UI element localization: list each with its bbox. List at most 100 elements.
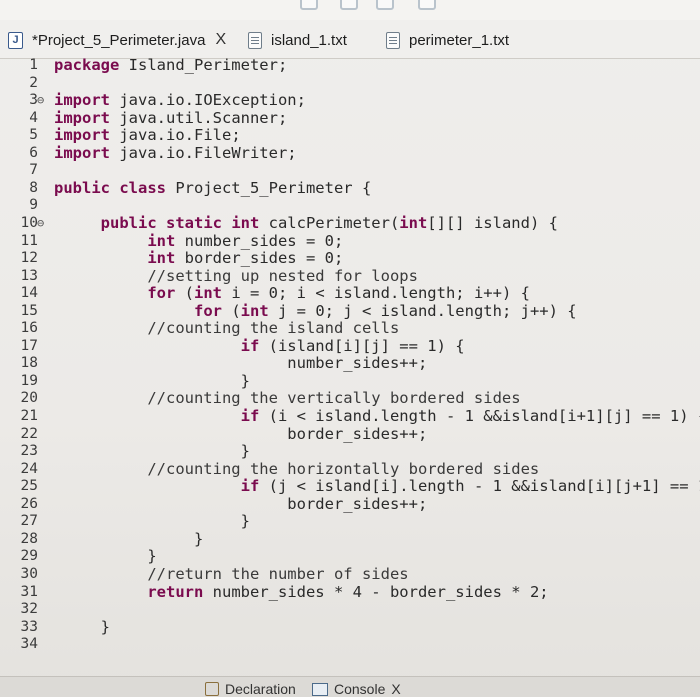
code-line[interactable]: 20 //counting the vertically bordered si…	[0, 389, 700, 407]
code-token: i = 0; i < island.length; i++) {	[222, 284, 530, 303]
close-icon[interactable]: X	[215, 31, 226, 49]
code-line[interactable]: 24 //counting the horizontally bordered …	[0, 460, 700, 478]
keyword-token: int	[240, 301, 269, 320]
code-line[interactable]: 34	[0, 635, 700, 653]
code-editor[interactable]: 1 package Island_Perimeter; 2 3 ⊖ import java…	[0, 48, 700, 652]
line-number: 13	[20, 267, 38, 284]
text-file-icon	[248, 31, 262, 49]
code-token: java.util.Scanner;	[110, 108, 288, 127]
code-line[interactable]: 6 import java.io.FileWriter;	[0, 144, 700, 162]
keyword-token: public class	[54, 178, 166, 197]
code-line[interactable]: 14 for (int i = 0; i < island.length; i+…	[0, 284, 700, 302]
code-line[interactable]: 21 if (i < island.length - 1 &&island[i+…	[0, 407, 700, 425]
code-line[interactable]: 31 return number_sides * 4 - border_side…	[0, 583, 700, 601]
toolbar-icon[interactable]	[300, 0, 318, 10]
code-line[interactable]: 12 int border_sides = 0;	[0, 249, 700, 267]
code-line[interactable]: 15 for (int j = 0; j < island.length; j+…	[0, 302, 700, 320]
code-line[interactable]: 25 if (j < island[i].length - 1 &&island…	[0, 477, 700, 495]
toolbar-icon[interactable]	[418, 0, 436, 10]
line-number: 23	[20, 443, 38, 460]
keyword-token: import	[54, 143, 110, 162]
code-token: number_sides++;	[54, 354, 428, 373]
code-line[interactable]: 7	[0, 161, 700, 179]
close-icon[interactable]: X	[391, 681, 400, 697]
code-token: }	[54, 617, 110, 636]
code-line[interactable]: 1 package Island_Perimeter;	[0, 56, 700, 74]
line-number: 28	[20, 530, 38, 547]
line-number: 10	[20, 214, 38, 231]
code-line[interactable]: 22 border_sides++;	[0, 425, 700, 443]
code-line[interactable]: 11 int number_sides = 0;	[0, 232, 700, 250]
code-line[interactable]: 30 //return the number of sides	[0, 565, 700, 583]
line-number: 26	[20, 495, 38, 512]
code-token: }	[54, 529, 204, 548]
code-text: //counting the vertically bordered sides	[54, 389, 520, 407]
code-text: //return the number of sides	[54, 564, 409, 583]
line-number: 34	[20, 636, 38, 653]
code-token: (	[221, 301, 241, 320]
toolbar-icon[interactable]	[376, 0, 394, 10]
code-line[interactable]: 17 if (island[i][j] == 1) {	[0, 337, 700, 355]
text-file-icon	[386, 31, 400, 49]
code-token: [][] island) {	[427, 213, 558, 232]
line-number: 15	[20, 302, 38, 319]
tab-console[interactable]: Console X	[312, 681, 401, 697]
code-line[interactable]: 2	[0, 74, 700, 92]
code-line[interactable]: 5 import java.io.File;	[0, 126, 700, 144]
code-line[interactable]: 16 //counting the island cells	[0, 319, 700, 337]
comment-token: //counting the island cells	[54, 319, 400, 338]
code-text: if (island[i][j] == 1) {	[54, 337, 465, 355]
keyword-token: import	[54, 91, 110, 110]
code-line[interactable]: 29 }	[0, 547, 700, 565]
toolbar-icon[interactable]	[340, 0, 358, 10]
fold-collapse-icon[interactable]: ⊖	[37, 91, 44, 109]
code-line[interactable]: 23 }	[0, 442, 700, 460]
code-line[interactable]: 28 }	[0, 530, 700, 548]
code-text: }	[54, 547, 157, 566]
code-token: (island[i][j] == 1) {	[259, 336, 465, 355]
code-line[interactable]: 18 number_sides++;	[0, 354, 700, 372]
code-token: j = 0; j < island.length; j++) {	[268, 301, 577, 320]
code-text: if (j < island[i].length - 1 &&island[i]…	[54, 477, 700, 495]
code-line[interactable]: 9	[0, 196, 700, 214]
line-number: 22	[20, 425, 38, 442]
code-text: }	[54, 530, 203, 548]
code-line[interactable]: 3 ⊖ import java.io.IOException;	[0, 91, 700, 109]
code-text: int number_sides = 0;	[54, 232, 343, 250]
fold-collapse-icon[interactable]: ⊖	[37, 214, 44, 232]
code-line[interactable]: 33 }	[0, 618, 700, 636]
comment-token: //setting up nested for loops	[54, 266, 418, 285]
code-line[interactable]: 10 ⊖ public static int calcPerimeter(int[…	[0, 214, 700, 232]
code-line[interactable]: 8 public class Project_5_Perimeter {	[0, 179, 700, 197]
code-token: (	[175, 284, 194, 303]
code-line[interactable]: 4 import java.util.Scanner;	[0, 109, 700, 127]
keyword-token: for	[193, 301, 222, 320]
keyword-token: if	[240, 336, 260, 355]
code-line[interactable]: 32	[0, 600, 700, 618]
code-line[interactable]: 19 }	[0, 372, 700, 390]
code-line[interactable]: 26 border_sides++;	[0, 495, 700, 513]
keyword-token: for	[147, 284, 176, 303]
tab-label: *Project_5_Perimeter.java	[32, 31, 206, 49]
code-token: }	[54, 547, 157, 566]
code-text: return number_sides * 4 - border_sides *…	[54, 582, 549, 601]
code-line[interactable]: 13 //setting up nested for loops	[0, 267, 700, 285]
line-number: 6	[29, 144, 38, 161]
code-line[interactable]: 27 }	[0, 512, 700, 530]
code-token: number_sides * 4 - border_sides * 2;	[203, 582, 549, 601]
tab-declaration[interactable]: Declaration	[205, 681, 296, 697]
line-number: 20	[20, 390, 38, 407]
line-number: 27	[20, 513, 38, 530]
code-token: java.io.FileWriter;	[110, 143, 297, 162]
code-text: import java.io.FileWriter;	[54, 144, 297, 162]
line-number: 30	[20, 565, 38, 582]
line-number: 4	[29, 109, 38, 126]
comment-token: //return the number of sides	[54, 564, 409, 583]
code-text: for (int j = 0; j < island.length; j++) …	[54, 302, 577, 320]
code-token: }	[54, 512, 250, 531]
